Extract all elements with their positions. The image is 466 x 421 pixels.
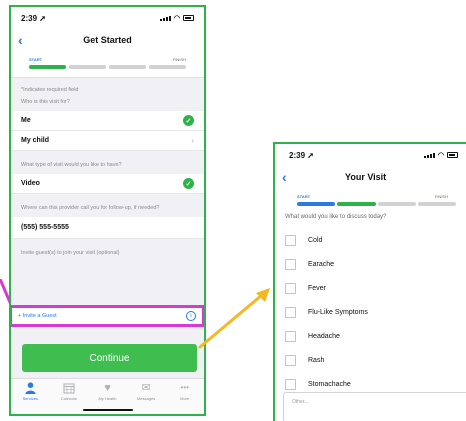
checkmark-icon: ✓ bbox=[183, 115, 194, 126]
invite-label: Invite guest(s) to join your visit (opti… bbox=[21, 250, 120, 256]
checkbox[interactable] bbox=[285, 378, 296, 390]
tab-calendar[interactable]: Calendar bbox=[51, 382, 87, 401]
option-label: Stomachache bbox=[308, 380, 351, 388]
option-rash[interactable]: Rash bbox=[275, 348, 466, 372]
tab-label: Messages bbox=[136, 396, 156, 401]
who-option-label: My child bbox=[21, 137, 50, 144]
tab-label: Calendar bbox=[60, 396, 77, 401]
visit-type-label: What type of visit would you like to hav… bbox=[21, 162, 122, 168]
who-label: Who is this visit for? bbox=[21, 99, 70, 105]
back-chevron-icon[interactable]: ‹ bbox=[18, 33, 23, 47]
option-label: Earache bbox=[308, 260, 335, 268]
progress-start-label: START bbox=[29, 57, 43, 62]
invite-guest-link[interactable]: + Invite a Guest bbox=[18, 313, 57, 319]
home-indicator bbox=[83, 409, 133, 411]
discuss-question: What would you like to discuss today? bbox=[285, 214, 387, 220]
get-started-screen: 2:39 ➚ ◠ ‹ Get Started START FINISH *Ind… bbox=[9, 5, 206, 416]
nav-bar: ‹ Your Visit bbox=[275, 166, 466, 188]
phone-label: Where can this provider call you for fol… bbox=[21, 205, 160, 211]
option-label: Fever bbox=[308, 284, 326, 292]
visit-type-value: Video bbox=[21, 180, 40, 187]
mail-icon: ✉ bbox=[141, 382, 151, 394]
progress-finish-label: FINISH bbox=[434, 194, 448, 199]
who-option-label: Me bbox=[21, 117, 31, 124]
phone-value: (555) 555-5555 bbox=[21, 224, 69, 231]
tutorial-composite: 2:39 ➚ ◠ ‹ Get Started START FINISH *Ind… bbox=[0, 0, 466, 421]
status-bar: 2:39 ➚ ◠ bbox=[11, 7, 204, 29]
checkbox[interactable] bbox=[285, 306, 296, 318]
person-icon bbox=[25, 382, 36, 394]
progress-bar bbox=[29, 65, 186, 69]
tab-label: Services bbox=[22, 396, 38, 401]
option-headache[interactable]: Headache bbox=[275, 324, 466, 348]
status-time: 2:39 bbox=[21, 13, 38, 23]
checkbox[interactable] bbox=[285, 234, 296, 246]
location-arrow-icon: ➚ bbox=[307, 150, 314, 160]
required-note: *Indicates required field bbox=[21, 87, 79, 93]
your-visit-screen: 2:39 ➚ ◠ ‹ Your Visit START FINISH What … bbox=[273, 142, 466, 421]
status-time: 2:39 bbox=[289, 150, 306, 160]
progress-finish-label: FINISH bbox=[172, 57, 186, 62]
option-flu-like-symptoms[interactable]: Flu-Like Symptoms bbox=[275, 300, 466, 324]
nav-bar: ‹ Get Started bbox=[11, 29, 204, 51]
option-label: Headache bbox=[308, 332, 340, 340]
option-earache[interactable]: Earache bbox=[275, 252, 466, 276]
progress-bar bbox=[297, 202, 456, 206]
other-input[interactable]: Other... bbox=[283, 392, 466, 421]
checkmark-icon: ✓ bbox=[183, 178, 194, 189]
visit-type-video[interactable]: Video ✓ bbox=[11, 174, 204, 194]
who-option-my-child[interactable]: My child › bbox=[11, 131, 204, 151]
page-title: Get Started bbox=[83, 35, 132, 45]
back-chevron-icon[interactable]: ‹ bbox=[282, 170, 287, 184]
chevron-right-icon: › bbox=[191, 136, 194, 145]
calendar-icon bbox=[63, 382, 75, 394]
tab-label: More bbox=[180, 396, 190, 401]
heart-icon: ♥ bbox=[104, 382, 111, 394]
wifi-icon: ◠ bbox=[437, 152, 444, 159]
wifi-icon: ◠ bbox=[173, 15, 180, 22]
location-arrow-icon: ➚ bbox=[39, 13, 46, 23]
checkbox[interactable] bbox=[285, 258, 296, 270]
progress-tracker: START FINISH bbox=[275, 188, 466, 212]
continue-button[interactable]: Continue bbox=[22, 344, 197, 372]
status-bar: 2:39 ➚ ◠ bbox=[275, 144, 466, 166]
tab-bar: Services Calendar ♥ My Health ✉ Messages… bbox=[11, 378, 204, 414]
checkbox[interactable] bbox=[285, 354, 296, 366]
option-fever[interactable]: Fever bbox=[275, 276, 466, 300]
tab-more[interactable]: ••• More bbox=[167, 382, 203, 401]
progress-tracker: START FINISH bbox=[11, 51, 204, 78]
option-label: Flu-Like Symptoms bbox=[308, 308, 368, 316]
tab-services[interactable]: Services bbox=[12, 382, 48, 401]
option-label: Rash bbox=[308, 356, 325, 364]
flow-arrow bbox=[198, 288, 270, 349]
invite-guest-row[interactable]: + Invite a Guest i bbox=[11, 305, 204, 327]
checkbox[interactable] bbox=[285, 330, 296, 342]
tab-label: My Health bbox=[98, 396, 117, 401]
phone-field[interactable]: (555) 555-5555 bbox=[11, 217, 204, 239]
battery-icon bbox=[183, 15, 194, 21]
more-icon: ••• bbox=[180, 383, 189, 392]
option-cold[interactable]: Cold bbox=[275, 228, 466, 252]
info-icon[interactable]: i bbox=[186, 311, 196, 321]
progress-start-label: START bbox=[297, 194, 311, 199]
tab-my-health[interactable]: ♥ My Health bbox=[89, 382, 125, 401]
tab-messages[interactable]: ✉ Messages bbox=[128, 382, 164, 401]
page-title: Your Visit bbox=[345, 172, 387, 182]
battery-icon bbox=[447, 152, 458, 158]
who-option-me[interactable]: Me ✓ bbox=[11, 111, 204, 131]
signal-icon bbox=[423, 152, 435, 158]
checkbox[interactable] bbox=[285, 282, 296, 294]
signal-icon bbox=[159, 15, 171, 21]
option-label: Cold bbox=[308, 236, 323, 244]
